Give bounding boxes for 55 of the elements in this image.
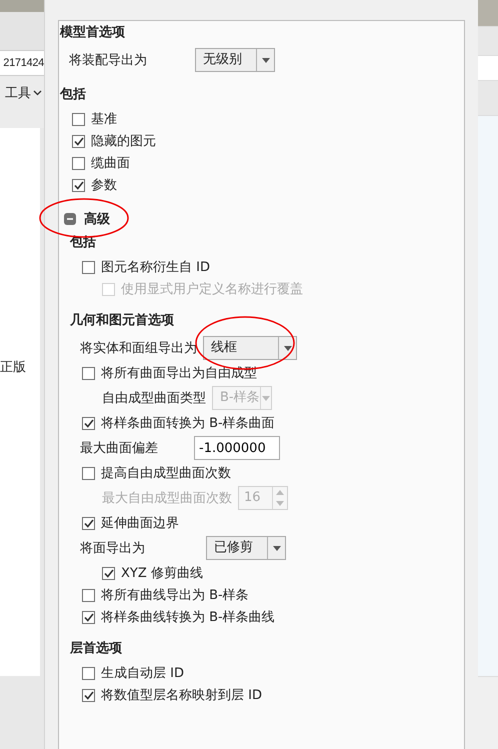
checkbox-label: 参数	[91, 177, 117, 194]
checkbox-label: 延伸曲面边界	[101, 515, 179, 532]
up-arrow-icon	[276, 490, 284, 495]
checkbox-label: 使用显式用户定义名称进行覆盖	[121, 281, 303, 298]
checkbox-label: 图元名称衍生自 ID	[101, 259, 210, 276]
section-heading: 模型首选项	[60, 24, 126, 42]
dropdown[interactable]: 线框	[203, 336, 297, 360]
title-bar	[0, 0, 44, 12]
address-bar	[478, 56, 498, 81]
checkbox[interactable]	[82, 666, 95, 680]
dropdown-arrow-icon	[262, 58, 270, 62]
checkbox[interactable]	[72, 178, 85, 192]
field-label: 将装配导出为	[69, 52, 148, 69]
checkbox[interactable]	[82, 516, 95, 530]
checkbox-label: 隐藏的图元	[91, 133, 156, 150]
section-heading: 层首选项	[70, 640, 123, 658]
dropdown[interactable]: 已修剪	[206, 536, 286, 560]
checkbox-label: 将所有曲线导出为 B-样条	[101, 587, 249, 604]
dropdown-arrow-icon	[272, 546, 280, 550]
chevron-down-icon	[33, 90, 42, 96]
input-field[interactable]: 2171424	[0, 50, 44, 76]
checkbox[interactable]	[82, 366, 95, 380]
field-label: 自由成型曲面类型	[102, 390, 206, 407]
title-bar	[478, 0, 498, 27]
field-label: 最大曲面偏差	[80, 440, 159, 457]
dropdown-arrow-icon	[276, 501, 284, 506]
checkbox-label: 生成自动层 ID	[101, 665, 184, 682]
checkbox[interactable]	[82, 588, 95, 602]
checkbox[interactable]	[82, 260, 95, 274]
checkbox-label: 缆曲面	[91, 155, 130, 172]
checkbox-label: 基准	[91, 111, 117, 128]
field-label: 最大自由成型曲面次数	[102, 490, 232, 507]
dropdown[interactable]: 无级别	[195, 48, 275, 72]
checkbox[interactable]	[82, 688, 95, 702]
checkbox[interactable]	[82, 610, 95, 624]
collapse-icon	[64, 213, 76, 225]
checkbox[interactable]	[102, 566, 115, 580]
checkbox[interactable]	[72, 112, 85, 126]
field-label: 将面导出为	[80, 540, 146, 557]
checkbox[interactable]	[72, 134, 85, 148]
checkbox[interactable]	[82, 416, 95, 430]
dropdown-arrow-icon	[284, 346, 292, 350]
checkbox-label: 提高自由成型曲面次数	[101, 465, 231, 482]
checkbox-label: 将数值型层名称映射到层 ID	[101, 687, 262, 704]
side-text: 正版	[0, 359, 26, 376]
field-label: 将实体和面组导出为	[80, 340, 197, 357]
section-heading: 几何和图元首选项	[70, 312, 175, 330]
dropdown-arrow-icon	[262, 396, 270, 400]
section-heading: 包括	[60, 86, 87, 104]
checkbox[interactable]	[72, 156, 85, 170]
checkbox-label: 将样条曲线转换为 B-样条曲线	[101, 609, 275, 626]
checkbox[interactable]	[82, 466, 95, 480]
input-field[interactable]: -1.000000	[194, 436, 280, 460]
checkbox-label: 将样条曲面转换为 B-样条曲面	[101, 415, 275, 432]
checkbox-label: XYZ 修剪曲线	[121, 565, 203, 582]
